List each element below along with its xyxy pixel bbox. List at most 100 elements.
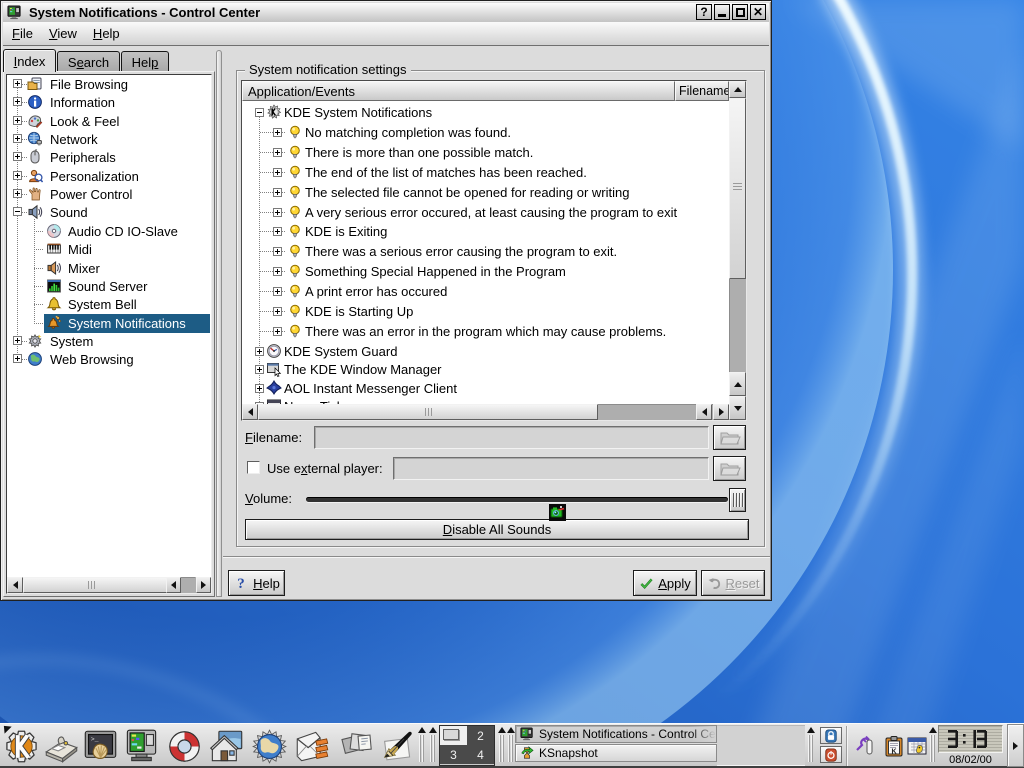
task-control-center[interactable]: System Notifications - Control Cente (515, 725, 717, 743)
applet-handle[interactable] (497, 725, 506, 764)
list-expander[interactable] (273, 208, 282, 217)
launcher-mail[interactable] (294, 728, 331, 765)
lock-screen-button[interactable] (820, 727, 842, 744)
tree-expander[interactable] (13, 207, 22, 216)
disable-all-sounds-button[interactable]: Disable All Sounds (245, 519, 749, 540)
tree-item-sound[interactable]: Sound (7, 203, 211, 222)
pager-desktop-4[interactable]: 4 (467, 745, 494, 764)
tree-expander[interactable] (13, 97, 22, 106)
minimize-button[interactable] (714, 4, 730, 20)
logout-button[interactable] (820, 746, 842, 763)
tree-item-audio-cd-io-slave[interactable]: Audio CD IO-Slave (7, 222, 211, 241)
event-row[interactable]: Something Special Happened in the Progra… (242, 262, 729, 282)
panel-hide-button[interactable] (1007, 724, 1024, 767)
tree-item-information[interactable]: Information (7, 93, 211, 112)
event-row[interactable]: News Ticker (242, 397, 729, 404)
event-row[interactable]: KDE is Exiting (242, 222, 729, 242)
menu-view[interactable]: View (44, 24, 82, 43)
scroll-down-button[interactable] (729, 396, 746, 420)
applet-handle[interactable] (417, 725, 426, 764)
volume-slider[interactable] (306, 497, 728, 502)
scroll-up-button[interactable] (729, 81, 746, 98)
titlebar[interactable]: System Notifications - Control Center ? … (3, 3, 769, 22)
launcher-terminal[interactable]: >_ (82, 728, 119, 765)
list-expander[interactable] (273, 168, 282, 177)
list-expander[interactable] (273, 227, 282, 236)
event-row[interactable]: KDE System Notifications (242, 103, 729, 123)
tree-expander[interactable] (13, 336, 22, 345)
apply-button[interactable]: Apply (633, 570, 697, 596)
tray-organizer[interactable] (906, 735, 928, 757)
list-expander[interactable] (273, 128, 282, 137)
launcher-k-menu[interactable] (3, 728, 40, 765)
tree-item-power-control[interactable]: Power Control (7, 185, 211, 204)
list-expander[interactable] (255, 365, 264, 374)
event-row[interactable]: KDE is Starting Up (242, 302, 729, 322)
list-expander[interactable] (273, 148, 282, 157)
maximize-button[interactable] (732, 4, 748, 20)
scroll-thumb[interactable] (23, 577, 167, 593)
window-help-button[interactable]: ? (696, 4, 712, 20)
tree-item-system-bell[interactable]: System Bell (7, 295, 211, 314)
tab-search[interactable]: Search (57, 51, 120, 72)
scroll-left-button2[interactable] (166, 577, 181, 593)
list-expander[interactable] (273, 327, 282, 336)
tasklist-handle[interactable] (506, 725, 515, 764)
tree-item-sound-server[interactable]: Sound Server (7, 277, 211, 296)
task-ksnapshot[interactable]: KSnapshot (515, 744, 717, 762)
event-row[interactable]: There is more than one possible match. (242, 143, 729, 163)
launcher-home-folder[interactable] (208, 728, 245, 765)
pager-desktop-1[interactable] (440, 726, 468, 746)
list-vscrollbar[interactable] (729, 81, 746, 420)
event-row[interactable]: KDE System Guard (242, 342, 729, 362)
launcher-control-center[interactable] (123, 728, 160, 765)
tree-item-mixer[interactable]: Mixer (7, 259, 211, 278)
list-hscrollbar[interactable] (242, 404, 729, 420)
pager-handle[interactable] (428, 725, 437, 764)
event-row[interactable]: There was an error in the program which … (242, 322, 729, 342)
pager-desktop-3[interactable]: 3 (440, 745, 468, 764)
scroll-right-button[interactable] (713, 404, 729, 420)
event-row[interactable]: The selected file cannot be opened for r… (242, 183, 729, 203)
launcher-notes[interactable] (339, 728, 376, 765)
scroll-thumb[interactable] (258, 404, 598, 420)
list-expander[interactable] (273, 267, 282, 276)
list-expander[interactable] (255, 347, 264, 356)
external-player-browse-button[interactable] (713, 456, 746, 481)
scroll-left-button2[interactable] (696, 404, 712, 420)
clock-applet[interactable]: 08/02/00 (936, 724, 1005, 768)
tray-clipboard[interactable]: K (883, 735, 905, 757)
column-header-application-events[interactable]: Application/Events (242, 81, 675, 101)
tree-expander[interactable] (13, 152, 22, 161)
menu-file[interactable]: File (7, 24, 38, 43)
tree-item-personalization[interactable]: Personalization (7, 167, 211, 186)
tree-item-peripherals[interactable]: Peripherals (7, 148, 211, 167)
list-expander[interactable] (273, 287, 282, 296)
event-row[interactable]: A print error has occured (242, 282, 729, 302)
tray-dialer[interactable] (854, 735, 876, 757)
event-row[interactable]: There was a serious error causing the pr… (242, 242, 729, 262)
column-header-filename[interactable]: Filename (675, 81, 729, 101)
event-row[interactable]: No matching completion was found. (242, 123, 729, 143)
tree-item-web-browsing[interactable]: Web Browsing (7, 350, 211, 369)
scroll-left-button[interactable] (7, 577, 23, 593)
launcher-desktop-access[interactable] (43, 728, 80, 765)
event-row[interactable]: The end of the list of matches has been … (242, 163, 729, 183)
list-expander[interactable] (273, 188, 282, 197)
launcher-help[interactable] (166, 728, 203, 765)
tree-hscrollbar[interactable] (7, 577, 211, 593)
list-expander[interactable] (255, 384, 264, 393)
help-button[interactable]: ?Help (228, 570, 285, 596)
tree-expander[interactable] (13, 79, 22, 88)
lock-logout-handle[interactable] (806, 725, 815, 764)
use-external-player-checkbox[interactable] (247, 461, 260, 474)
filename-browse-button[interactable] (713, 425, 746, 450)
event-row[interactable]: A very serious error occured, at least c… (242, 203, 729, 223)
scroll-left-button[interactable] (242, 404, 258, 420)
tree-expander[interactable] (13, 116, 22, 125)
menu-help[interactable]: Help (88, 24, 125, 43)
scroll-right-button[interactable] (196, 577, 211, 593)
filename-input[interactable] (314, 426, 709, 449)
launcher-web-browser[interactable] (251, 728, 288, 765)
event-row[interactable]: The KDE Window Manager (242, 360, 729, 380)
